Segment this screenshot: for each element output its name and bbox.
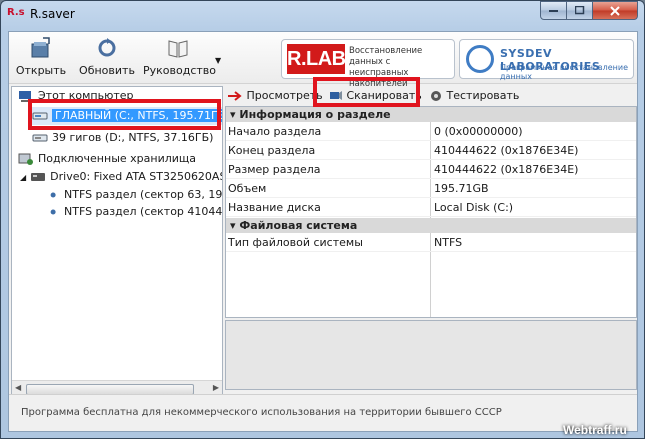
sysdev-logo-icon	[466, 45, 494, 73]
update-label: Обновить	[79, 64, 135, 77]
prop-value: 410444622 (0x1876E34E)	[434, 144, 579, 157]
title-bar[interactable]: R.s R.saver	[1, 1, 644, 29]
tree-label-d: 39 гигов (D:, NTFS, 37.16ГБ)	[52, 131, 214, 144]
tree-label-connected: Подключенные хранилища	[38, 152, 196, 165]
status-bar: Программа бесплатна для некоммерческого …	[9, 394, 637, 431]
drive-icon	[31, 173, 46, 181]
tree-item-connected[interactable]: Подключенные хранилища	[18, 150, 196, 168]
prop-key: Конец раздела	[228, 144, 316, 157]
test-button[interactable]: Тестировать	[429, 87, 519, 105]
disk-icon	[32, 134, 48, 142]
prop-row[interactable]: Название диска Local Disk (C:)	[226, 198, 636, 217]
close-button[interactable]	[593, 1, 638, 20]
status-text: Программа бесплатна для некоммерческого …	[21, 407, 502, 418]
maximize-icon	[574, 6, 584, 15]
rlab-banner[interactable]: R.LAB Восстановление данных с неисправны…	[281, 39, 455, 89]
tree-label-part2: NTFS раздел (сектор 410444	[64, 205, 223, 218]
prop-value: 195.71GB	[434, 182, 489, 195]
tree-item-part2[interactable]: NTFS раздел (сектор 410444	[50, 203, 223, 221]
sysdev-subtitle: Программное восстановление данных	[500, 63, 629, 81]
highlight-scan-button	[313, 77, 420, 107]
minimize-button[interactable]	[540, 1, 567, 20]
section-filesystem[interactable]: ▾ Файловая система	[226, 218, 636, 233]
test-icon	[431, 91, 441, 101]
guide-label: Руководство	[143, 64, 217, 77]
maximize-button[interactable]	[567, 1, 593, 20]
update-button[interactable]: Обновить	[79, 36, 135, 82]
rlab-line1: Восстановление данных с	[349, 46, 423, 67]
section-partition-info[interactable]: ▾ Информация о разделе	[226, 107, 636, 122]
prop-value: Local Disk (C:)	[434, 201, 514, 214]
refresh-icon	[98, 38, 116, 57]
close-icon	[610, 5, 620, 16]
partition-icon	[50, 192, 56, 198]
properties-grid: ▾ Информация о разделе Начало раздела 0 (…	[225, 106, 637, 318]
watermark: Webtraff.ru	[563, 423, 627, 437]
chevron-down-icon[interactable]: ▼	[215, 56, 221, 65]
partition-icon	[50, 209, 56, 215]
description-panel	[225, 320, 637, 390]
rlab-logo: R.LAB	[287, 44, 346, 74]
arrow-right-icon	[228, 91, 242, 101]
expand-icon[interactable]: ◢	[20, 173, 26, 182]
tree-item-drive0[interactable]: ◢ Drive0: Fixed ATA ST3250620AS	[20, 168, 223, 186]
view-button[interactable]: Просмотреть	[227, 87, 323, 105]
guide-button[interactable]: Руководство	[143, 36, 217, 82]
tree-label-drive0: Drive0: Fixed ATA ST3250620AS	[50, 170, 223, 183]
section-partition-title: Информация о разделе	[239, 108, 391, 121]
tree-label-part1: NTFS раздел (сектор 63, 195.	[64, 188, 223, 201]
open-label: Открыть	[15, 64, 67, 77]
app-window: R.s R.saver Открыть Обновить Руководство…	[0, 0, 645, 439]
view-label: Просмотреть	[246, 89, 323, 102]
prop-row[interactable]: Объем 195.71GB	[226, 179, 636, 198]
highlight-main-partition	[28, 99, 221, 130]
minimize-icon	[548, 9, 558, 12]
tree-item-d[interactable]: 39 гигов (D:, NTFS, 37.16ГБ)	[32, 129, 213, 147]
sysdev-banner[interactable]: SYSDEV LABORATORIES Программное восстано…	[459, 39, 634, 81]
prop-row[interactable]: Начало раздела 0 (0x00000000)	[226, 122, 636, 141]
prop-key: Размер раздела	[228, 163, 321, 176]
window-title: R.saver	[30, 7, 75, 21]
action-toolbar: Просмотреть Сканировать Тестировать	[225, 84, 637, 106]
prop-key: Начало раздела	[228, 125, 322, 138]
scroll-right-icon[interactable]: ▶	[213, 383, 219, 392]
storage-icon	[18, 153, 33, 165]
open-folder-icon	[31, 37, 50, 58]
prop-key: Объем	[228, 182, 267, 195]
window-controls	[540, 1, 638, 20]
prop-value: 0 (0x00000000)	[434, 125, 523, 138]
open-button[interactable]: Открыть	[15, 36, 67, 82]
device-tree: Этот компьютер ГЛАВНЫЙ (C:, NTFS, 195.71…	[11, 86, 223, 398]
prop-key: Название диска	[228, 201, 321, 214]
prop-value: NTFS	[434, 236, 463, 249]
test-label: Тестировать	[446, 89, 520, 102]
prop-row[interactable]: Тип файловой системы NTFS	[226, 233, 636, 252]
prop-value: 410444622 (0x1876E34E)	[434, 163, 579, 176]
section-filesystem-title: Файловая система	[239, 219, 358, 232]
prop-row[interactable]: Размер раздела 410444622 (0x1876E34E)	[226, 160, 636, 179]
prop-row[interactable]: Конец раздела 410444622 (0x1876E34E)	[226, 141, 636, 160]
book-icon	[168, 40, 188, 58]
scroll-left-icon[interactable]: ◀	[15, 383, 21, 392]
tree-item-part1[interactable]: NTFS раздел (сектор 63, 195.	[50, 186, 223, 204]
prop-key: Тип файловой системы	[228, 236, 363, 249]
app-icon: R.s	[7, 7, 25, 18]
